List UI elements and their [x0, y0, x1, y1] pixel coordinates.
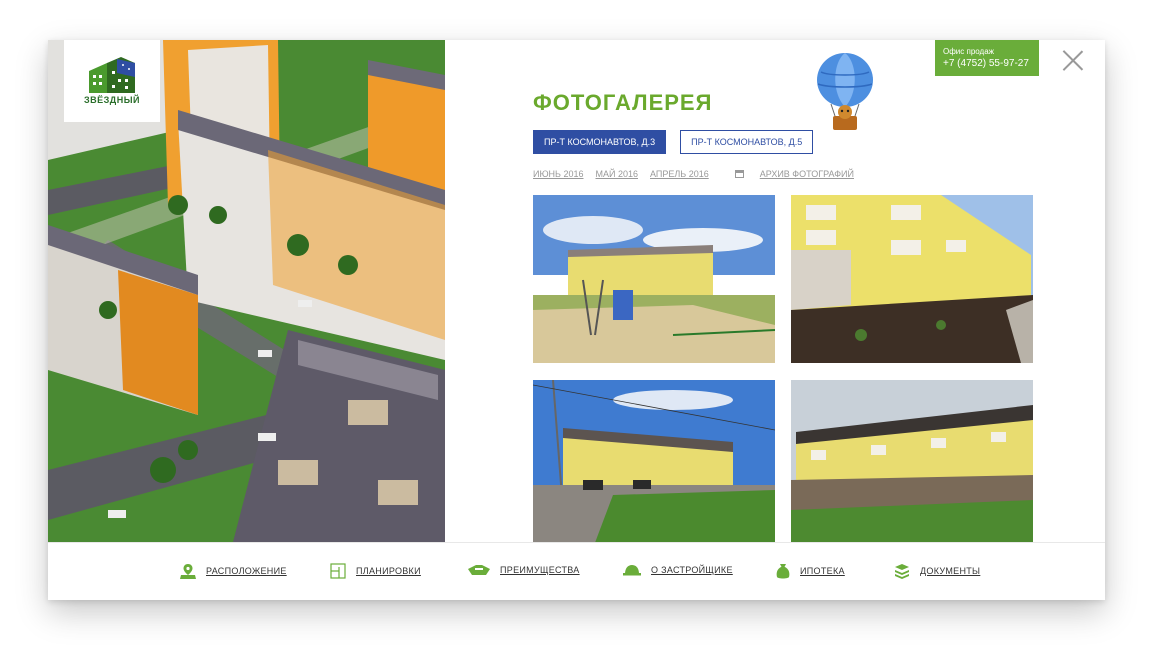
page-title: ФОТОГАЛЕРЕЯ: [533, 90, 713, 115]
footer-nav: РАСПОЛОЖЕНИЕ ПЛАНИРОВКИ ПРЕИМУЩЕСТВА О З…: [48, 542, 1105, 600]
modal-window: ЗВЁЗДНЫЙ ФОТОГАЛЕРЕЯ Офис продаж +7 (475…: [48, 40, 1105, 600]
nav-advantages[interactable]: ПРЕИМУЩЕСТВА: [468, 563, 580, 577]
gallery-photo[interactable]: [791, 195, 1033, 363]
sales-office-badge[interactable]: Офис продаж +7 (4752) 55-97-27: [935, 40, 1039, 76]
nav-developer[interactable]: О ЗАСТРОЙЩИКЕ: [623, 563, 733, 577]
nav-documents[interactable]: ДОКУМЕНТЫ: [894, 563, 980, 579]
building-tabs: ПР-Т КОСМОНАВТОВ, Д.3 ПР-Т КОСМОНАВТОВ, …: [533, 130, 814, 154]
nav-label: ДОКУМЕНТЫ: [920, 566, 981, 576]
calendar-icon: [734, 170, 744, 178]
gallery-photo[interactable]: [791, 380, 1033, 548]
photo-grid: [533, 195, 1033, 548]
logo[interactable]: ЗВЁЗДНЫЙ: [64, 40, 160, 122]
nav-location[interactable]: РАСПОЛОЖЕНИЕ: [180, 563, 287, 579]
nav-label: РАСПОЛОЖЕНИЕ: [206, 566, 287, 576]
building-street-photo: [533, 380, 775, 548]
office-label: Офис продаж: [943, 47, 995, 56]
helmet-icon: [623, 565, 641, 576]
tab-building-5[interactable]: ПР-Т КОСМОНАВТОВ, Д.5: [680, 130, 814, 154]
logo-buildings-icon: [89, 57, 135, 93]
floorplan-icon: [330, 563, 346, 579]
building-closeup-photo: [791, 195, 1033, 363]
gallery-photo[interactable]: [533, 195, 775, 363]
money-bag-icon: [776, 564, 790, 579]
nav-floorplans[interactable]: ПЛАНИРОВКИ: [330, 563, 421, 579]
archive-link[interactable]: АРХИВ ФОТОГРАФИЙ: [734, 169, 866, 179]
month-filter: ИЮНЬ 2016 МАЙ 2016 АПРЕЛЬ 2016 АРХИВ ФОТ…: [533, 169, 866, 179]
month-link-april[interactable]: АПРЕЛЬ 2016: [650, 169, 709, 179]
gallery-panel: ФОТОГАЛЕРЕЯ Офис продаж +7 (4752) 55-97-…: [445, 40, 1105, 548]
month-link-may[interactable]: МАЙ 2016: [596, 169, 639, 179]
map-pin-icon: [180, 564, 196, 579]
building-yard-photo: [791, 380, 1033, 548]
aerial-render-image: ЗВЁЗДНЫЙ: [48, 40, 445, 542]
advantages-icon: [468, 565, 490, 575]
playground-photo: [533, 195, 775, 363]
nav-label: ПРЕИМУЩЕСТВА: [500, 565, 580, 575]
tab-building-3[interactable]: ПР-Т КОСМОНАВТОВ, Д.3: [533, 130, 667, 154]
nav-label: ПЛАНИРОВКИ: [356, 566, 421, 576]
office-phone[interactable]: +7 (4752) 55-97-27: [943, 58, 1031, 69]
gallery-photo[interactable]: [533, 380, 775, 548]
documents-icon: [895, 564, 909, 579]
close-icon[interactable]: [1062, 49, 1084, 71]
month-link-june[interactable]: ИЮНЬ 2016: [533, 169, 584, 179]
nav-label: ИПОТЕКА: [800, 566, 845, 576]
archive-label: АРХИВ ФОТОГРАФИЙ: [759, 169, 854, 179]
hot-air-balloon-icon: [817, 53, 873, 130]
nav-label: О ЗАСТРОЙЩИКЕ: [651, 565, 733, 575]
logo-text: ЗВЁЗДНЫЙ: [84, 95, 140, 105]
nav-mortgage[interactable]: ИПОТЕКА: [776, 563, 845, 579]
